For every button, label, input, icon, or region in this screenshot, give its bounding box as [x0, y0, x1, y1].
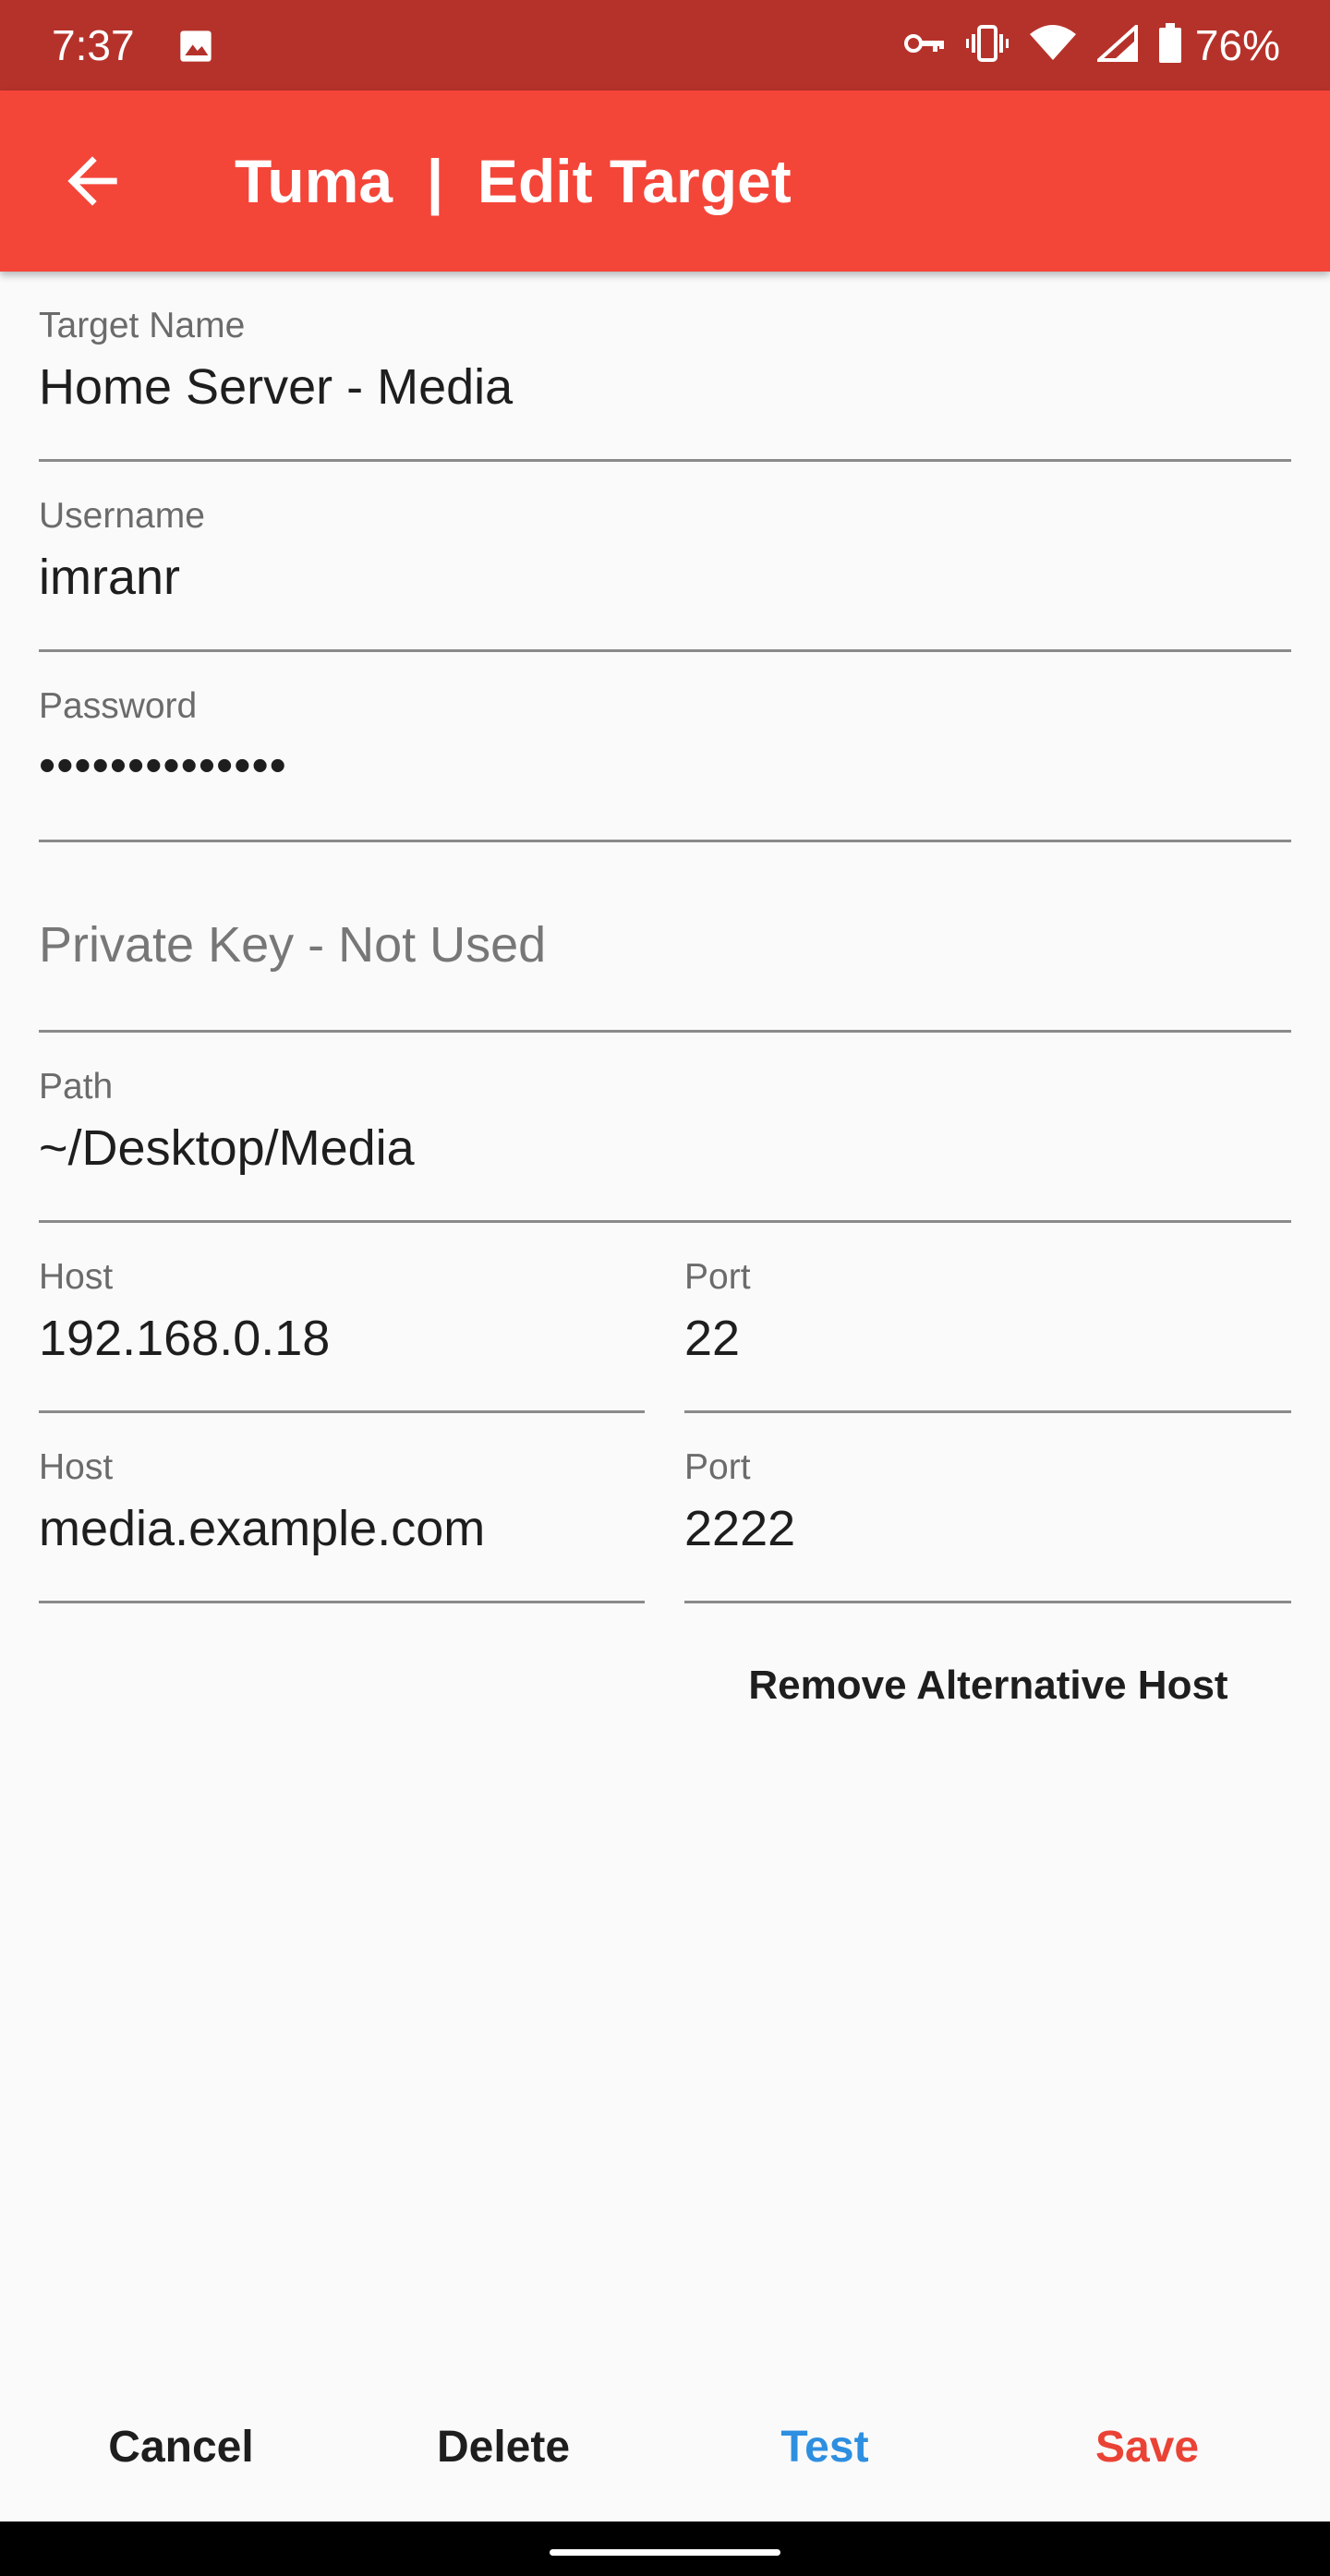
- arrow-back-icon: [55, 156, 129, 222]
- battery-icon: [1158, 22, 1182, 68]
- page-title: Tuma | Edit Target: [235, 147, 792, 215]
- wifi-icon: [1029, 24, 1077, 67]
- password-field[interactable]: Password ••••••••••••••: [39, 652, 1291, 842]
- target-name-value[interactable]: Home Server - Media: [39, 357, 513, 417]
- test-button[interactable]: Test: [686, 2401, 963, 2494]
- save-button[interactable]: Save: [1009, 2401, 1286, 2494]
- password-label: Password: [39, 686, 198, 726]
- host-label: Host: [39, 1257, 114, 1297]
- status-time: 7:37: [52, 21, 135, 69]
- status-icons: 76%: [903, 20, 1280, 70]
- back-button[interactable]: [55, 144, 129, 218]
- alt-host-field[interactable]: Host media.example.com: [39, 1413, 645, 1603]
- signal-icon: [1094, 22, 1138, 67]
- navigation-bar: [0, 2522, 1330, 2576]
- alt-host-label: Host: [39, 1447, 114, 1487]
- alt-host-value[interactable]: media.example.com: [39, 1498, 485, 1559]
- vibrate-icon: [965, 23, 1009, 68]
- home-indicator[interactable]: [550, 2549, 780, 2556]
- cancel-button[interactable]: Cancel: [42, 2401, 320, 2494]
- app-bar: Tuma | Edit Target: [0, 91, 1330, 272]
- image-icon: [177, 28, 214, 69]
- status-bar: 7:37 76%: [0, 0, 1330, 91]
- username-value[interactable]: imranr: [39, 547, 180, 608]
- username-field[interactable]: Username imranr: [39, 462, 1291, 652]
- target-name-field[interactable]: Target Name Home Server - Media: [39, 272, 1291, 462]
- path-label: Path: [39, 1067, 114, 1107]
- private-key-placeholder: Private Key - Not Used: [39, 917, 547, 973]
- target-name-label: Target Name: [39, 306, 246, 345]
- port-field[interactable]: Port 22: [684, 1223, 1291, 1413]
- alt-port-field[interactable]: Port 2222: [684, 1413, 1291, 1603]
- host-value[interactable]: 192.168.0.18: [39, 1308, 330, 1369]
- alt-port-label: Port: [684, 1447, 751, 1487]
- host-field[interactable]: Host 192.168.0.18: [39, 1223, 645, 1413]
- private-key-field[interactable]: Private Key - Not Used: [39, 842, 1291, 1033]
- path-value[interactable]: ~/Desktop/Media: [39, 1118, 415, 1179]
- vpn-key-icon: [903, 30, 946, 62]
- remove-alternative-host-button[interactable]: Remove Alternative Host: [702, 1644, 1275, 1727]
- port-label: Port: [684, 1257, 751, 1297]
- battery-percent: 76%: [1194, 21, 1280, 69]
- action-bar: Cancel Delete Test Save: [0, 2401, 1330, 2494]
- password-value[interactable]: ••••••••••••••: [39, 735, 287, 796]
- port-value[interactable]: 22: [684, 1308, 740, 1369]
- alt-port-value[interactable]: 2222: [684, 1498, 795, 1559]
- path-field[interactable]: Path ~/Desktop/Media: [39, 1033, 1291, 1223]
- delete-button[interactable]: Delete: [365, 2401, 642, 2494]
- username-label: Username: [39, 496, 205, 536]
